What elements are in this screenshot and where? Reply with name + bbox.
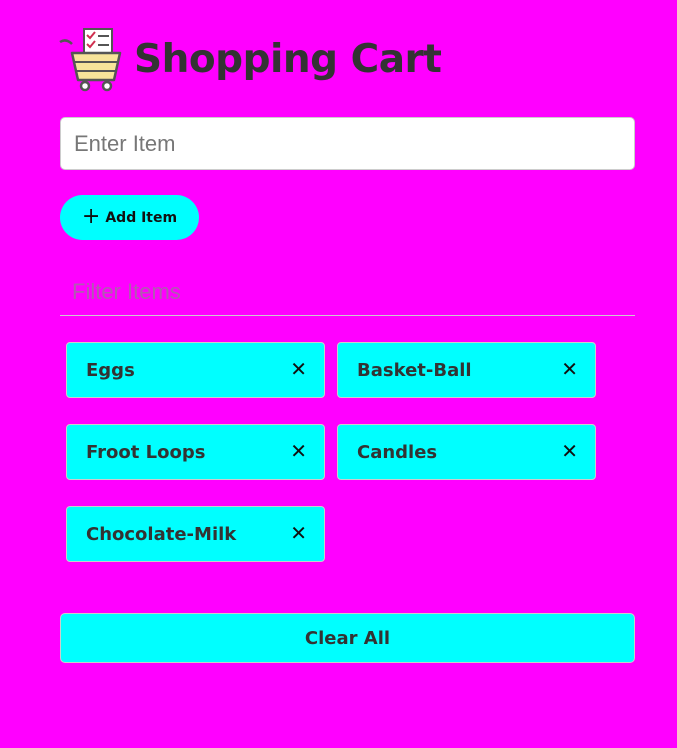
- filter-input[interactable]: [60, 268, 635, 316]
- page-title: Shopping Cart: [134, 36, 442, 82]
- close-icon[interactable]: ✕: [290, 523, 307, 543]
- close-icon[interactable]: ✕: [290, 359, 307, 379]
- close-icon[interactable]: ✕: [561, 441, 578, 461]
- add-item-button[interactable]: + Add Item: [60, 195, 199, 240]
- clear-all-button[interactable]: Clear All: [60, 613, 635, 663]
- item-label: Eggs: [86, 359, 135, 381]
- item-label: Chocolate-Milk: [86, 523, 237, 545]
- item-label: Basket-Ball: [357, 359, 472, 381]
- item-input[interactable]: [60, 117, 635, 170]
- app-header: Shopping Cart: [58, 26, 442, 92]
- item-list: Eggs ✕ Basket-Ball ✕ Froot Loops ✕ Candl…: [66, 342, 606, 562]
- list-item: Eggs ✕: [66, 342, 325, 398]
- list-item: Basket-Ball ✕: [337, 342, 596, 398]
- close-icon[interactable]: ✕: [561, 359, 578, 379]
- item-label: Froot Loops: [86, 441, 206, 463]
- plus-icon: +: [81, 203, 101, 229]
- close-icon[interactable]: ✕: [290, 441, 307, 461]
- add-item-label: Add Item: [105, 209, 178, 226]
- item-label: Candles: [357, 441, 438, 463]
- shopping-cart-checklist-icon: [59, 28, 122, 92]
- list-item: Candles ✕: [337, 424, 596, 480]
- list-item: Chocolate-Milk ✕: [66, 506, 325, 562]
- list-item: Froot Loops ✕: [66, 424, 325, 480]
